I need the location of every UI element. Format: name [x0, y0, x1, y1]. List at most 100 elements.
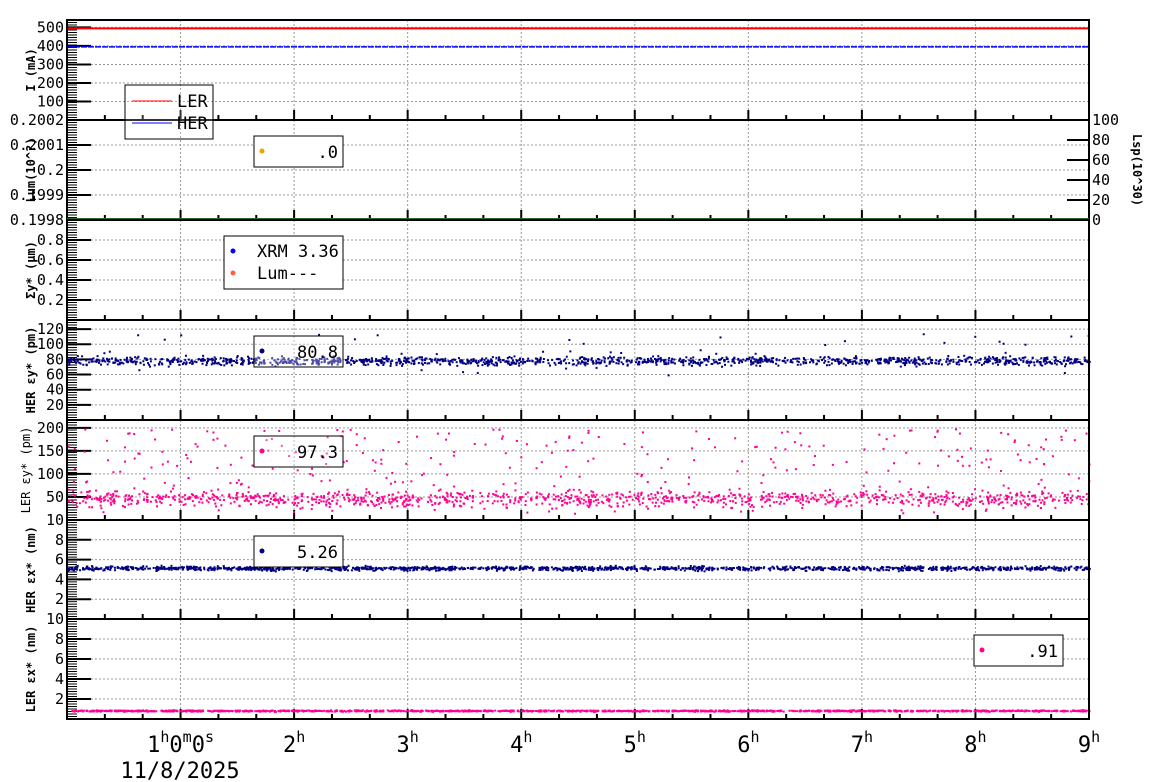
y-tick-label: 50 — [46, 488, 64, 506]
data-point — [637, 492, 640, 495]
data-point — [570, 494, 573, 497]
data-point — [142, 360, 145, 363]
data-point — [597, 501, 600, 504]
data-point — [486, 495, 489, 498]
data-point — [934, 568, 937, 571]
data-point — [242, 494, 245, 497]
data-point — [946, 357, 949, 360]
data-point — [943, 503, 946, 506]
data-point — [1004, 360, 1007, 363]
data-point — [527, 357, 530, 360]
data-point — [367, 359, 370, 362]
data-point — [1006, 360, 1009, 363]
data-point — [572, 488, 575, 491]
data-point — [146, 500, 149, 503]
data-point — [886, 566, 889, 569]
data-point — [1036, 504, 1039, 507]
data-point — [486, 361, 489, 364]
data-point — [439, 358, 442, 361]
data-point — [824, 344, 827, 347]
data-point — [453, 568, 456, 571]
data-point — [1006, 501, 1009, 504]
data-point — [102, 357, 105, 360]
data-point — [633, 493, 636, 496]
data-point — [614, 564, 617, 567]
data-point — [605, 364, 608, 367]
data-point — [225, 360, 228, 363]
data-point — [129, 356, 132, 359]
data-point — [728, 488, 731, 491]
data-point — [459, 496, 462, 499]
data-point — [391, 471, 394, 474]
data-point — [1040, 501, 1043, 504]
data-point — [248, 357, 251, 360]
data-point — [952, 360, 955, 363]
data-point — [102, 511, 105, 514]
data-point — [355, 433, 358, 436]
data-point — [70, 360, 73, 363]
data-point — [910, 566, 913, 569]
data-point — [1050, 566, 1053, 569]
data-point — [884, 495, 887, 498]
data-point — [683, 569, 686, 572]
data-point — [672, 361, 675, 364]
data-point — [154, 438, 157, 441]
data-point — [1049, 495, 1052, 498]
data-point — [145, 565, 148, 568]
legend-value: .0 — [318, 143, 338, 163]
data-point — [865, 490, 868, 493]
data-point — [887, 469, 890, 472]
data-point — [919, 565, 922, 568]
data-point — [722, 501, 725, 504]
data-point — [145, 498, 148, 501]
data-point — [513, 502, 516, 505]
data-point — [247, 486, 250, 489]
data-point — [635, 570, 638, 573]
data-point — [196, 496, 199, 499]
data-point — [451, 358, 454, 361]
data-point — [703, 499, 706, 502]
data-point — [69, 566, 72, 569]
data-point — [271, 503, 274, 506]
data-point — [372, 569, 375, 572]
data-point — [800, 444, 803, 447]
data-point — [868, 501, 871, 504]
data-point — [995, 361, 998, 364]
data-point — [743, 495, 746, 498]
data-point — [116, 490, 119, 493]
data-point — [548, 364, 551, 367]
data-point — [587, 496, 590, 499]
data-point — [1007, 433, 1010, 436]
data-point — [565, 465, 568, 468]
data-point — [919, 358, 922, 361]
data-point — [840, 500, 843, 503]
data-point — [958, 432, 961, 435]
data-point — [382, 363, 385, 366]
data-point — [1042, 448, 1045, 451]
data-point — [690, 360, 693, 363]
data-point — [1019, 459, 1022, 462]
data-point — [184, 503, 187, 506]
data-point — [194, 496, 197, 499]
data-point — [898, 480, 901, 483]
data-point — [588, 504, 591, 507]
data-point — [201, 362, 204, 365]
data-point — [561, 499, 564, 502]
data-point — [892, 358, 895, 361]
data-point — [563, 498, 566, 501]
data-point — [622, 363, 625, 366]
data-point — [826, 364, 829, 367]
data-point — [910, 429, 913, 432]
data-point — [455, 500, 458, 503]
data-point — [317, 502, 320, 505]
data-point — [572, 500, 575, 503]
data-point — [626, 364, 629, 367]
data-point — [631, 498, 634, 501]
data-point — [306, 569, 309, 572]
data-point — [86, 494, 89, 497]
data-point — [1029, 569, 1032, 572]
data-point — [893, 567, 896, 570]
data-point — [371, 494, 374, 497]
data-point — [820, 496, 823, 499]
data-point — [172, 567, 175, 570]
